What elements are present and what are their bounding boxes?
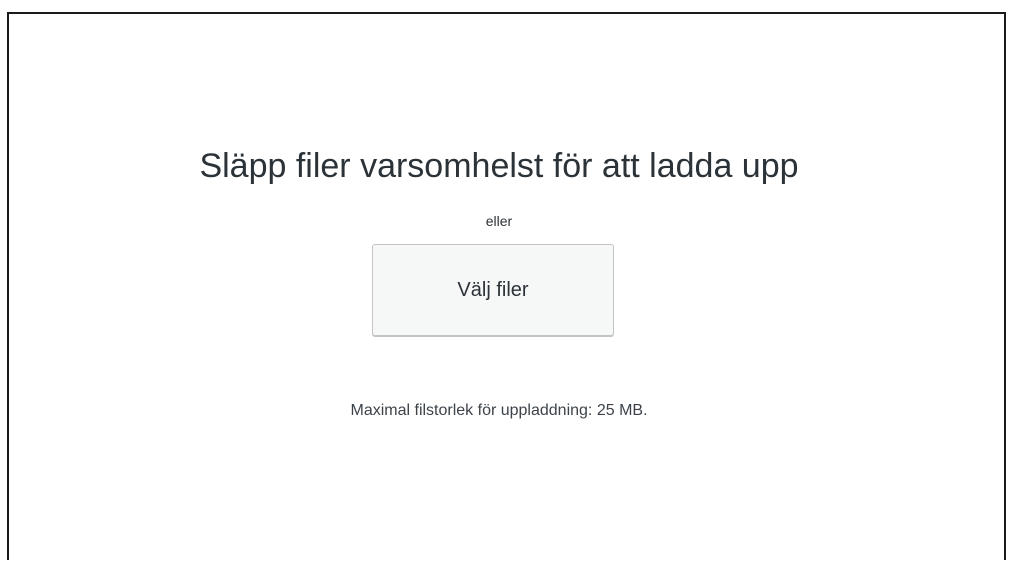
select-files-button[interactable]: Välj filer xyxy=(372,244,614,336)
drop-instructions-title: Släpp filer varsomhelst för att ladda up… xyxy=(199,147,799,185)
or-separator-text: eller xyxy=(485,213,513,229)
max-upload-size-text: Maximal filstorlek för uppladdning: 25 M… xyxy=(350,402,648,419)
upload-frame: Släpp filer varsomhelst för att ladda up… xyxy=(7,12,1006,560)
drop-zone[interactable]: Släpp filer varsomhelst för att ladda up… xyxy=(9,14,1008,562)
